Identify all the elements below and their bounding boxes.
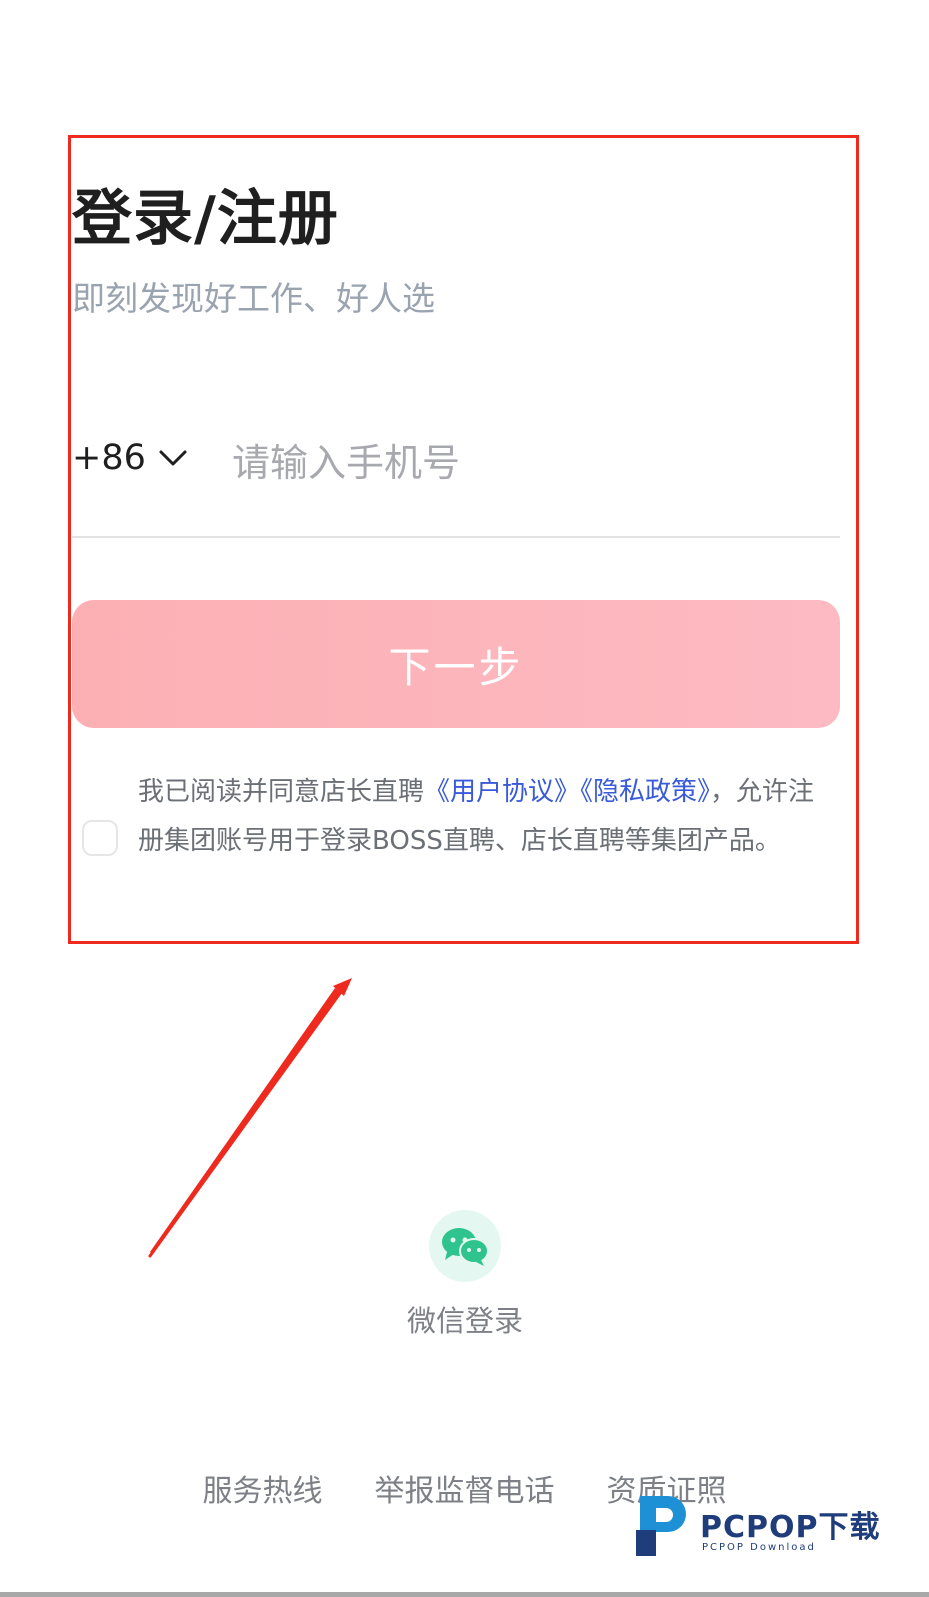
- wechat-icon: [429, 1210, 501, 1282]
- agreement-prefix: 我已阅读并同意店长直聘: [138, 777, 425, 807]
- watermark-subtext: PCPOP Download: [702, 1542, 816, 1553]
- wechat-login-button[interactable]: 微信登录: [380, 1210, 550, 1340]
- pcpop-watermark: PCPOP下载 PCPOP Download: [634, 1486, 924, 1586]
- user-agreement-link[interactable]: 《用户协议》: [424, 777, 580, 807]
- watermark-brand: PCPOP下载: [700, 1510, 881, 1545]
- page-subtitle: 即刻发现好工作、好人选: [72, 279, 435, 318]
- page-title: 登录/注册: [72, 184, 339, 254]
- agreement-text: 我已阅读并同意店长直聘《用户协议》《隐私政策》，允许注册集团账号用于登录BOSS…: [138, 768, 838, 866]
- country-code-label: +86: [72, 438, 146, 478]
- phone-input-row: +86: [72, 430, 840, 538]
- agreement-checkbox[interactable]: [82, 820, 118, 856]
- country-code-selector[interactable]: +86: [72, 438, 188, 478]
- footer-link-report[interactable]: 举报监督电话: [375, 1466, 555, 1510]
- privacy-policy-link[interactable]: 《隐私政策》: [580, 777, 710, 807]
- next-step-button[interactable]: 下一步: [72, 600, 840, 728]
- chevron-down-icon: [158, 443, 188, 473]
- phone-number-input[interactable]: [232, 430, 832, 496]
- wechat-login-label: 微信登录: [406, 1304, 523, 1338]
- pcpop-logo-icon: [636, 1496, 686, 1556]
- login-page: 登录/注册 即刻发现好工作、好人选 +86 下一步 我已阅读并同意店长直聘《用户…: [0, 0, 929, 1597]
- bottom-divider: [0, 1592, 929, 1597]
- footer-link-hotline[interactable]: 服务热线: [203, 1466, 323, 1510]
